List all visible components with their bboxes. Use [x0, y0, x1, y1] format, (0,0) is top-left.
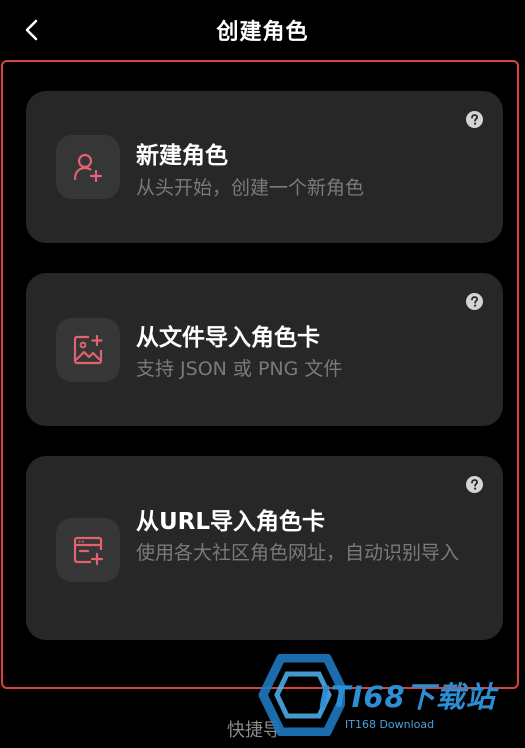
question-circle-icon[interactable]: [466, 111, 483, 128]
create-new-character-card[interactable]: 新建角色 从头开始，创建一个新角色: [26, 91, 503, 243]
card-title: 从文件导入角色卡: [136, 325, 320, 351]
icon-container: [56, 135, 120, 199]
watermark-logo: ITI68下载站 IT168 Download: [257, 654, 517, 736]
browser-plus-icon: [73, 536, 104, 566]
header: 创建角色: [0, 0, 525, 60]
card-description: 使用各大社区角色网址，自动识别导入: [136, 542, 460, 564]
import-from-url-card[interactable]: 从URL导入角色卡 使用各大社区角色网址，自动识别导入: [26, 456, 503, 640]
watermark-subtext: IT168 Download: [345, 718, 435, 731]
question-circle-icon[interactable]: [466, 293, 483, 310]
question-circle-icon[interactable]: [466, 476, 483, 493]
icon-container: [56, 518, 120, 582]
import-from-file-card[interactable]: 从文件导入角色卡 支持 JSON 或 PNG 文件: [26, 273, 503, 426]
user-plus-icon: [73, 153, 103, 183]
image-plus-icon: [73, 334, 103, 365]
card-title: 从URL导入角色卡: [136, 509, 326, 535]
page-title: 创建角色: [216, 20, 309, 45]
card-title: 新建角色: [136, 143, 228, 169]
icon-container: [56, 318, 120, 382]
card-description: 支持 JSON 或 PNG 文件: [136, 358, 343, 380]
card-description: 从头开始，创建一个新角色: [136, 177, 365, 199]
watermark-text: ITI68下载站: [319, 680, 496, 714]
